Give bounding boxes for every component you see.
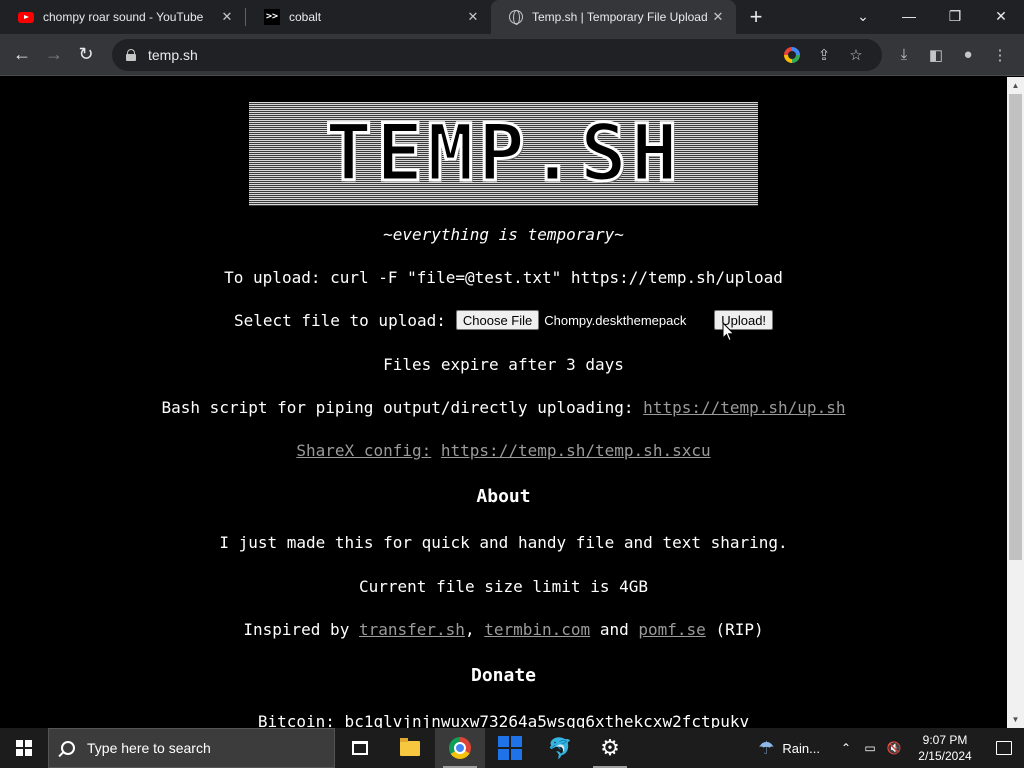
bash-script-link[interactable]: https://temp.sh/up.sh [643,398,845,417]
gear-icon: ⚙ [600,735,620,760]
taskbar-search[interactable]: Type here to search [48,728,335,768]
settings-button[interactable]: ⚙ [585,728,635,768]
upload-form: Select file to upload: Choose File Chomp… [0,310,1007,330]
url-text[interactable]: temp.sh [148,47,776,63]
chrome-icon [449,737,471,759]
chevron-up-icon[interactable]: ⌃ [834,728,858,768]
select-file-label: Select file to upload: [233,310,446,330]
share-icon[interactable]: ⇪ [808,41,840,69]
sharex-line: ShareX config: https://temp.sh/temp.sh.s… [0,441,1007,460]
sharex-config-link[interactable]: https://temp.sh/temp.sh.sxcu [441,441,711,460]
network-icon[interactable]: ▭ [858,728,882,768]
scroll-up-arrow-icon[interactable]: ▲ [1007,77,1024,94]
chrome-button[interactable] [435,728,485,768]
notification-icon [996,741,1012,755]
donate-heading: Donate [470,665,537,686]
start-button[interactable] [0,728,48,768]
window-controls: ⌄ — ❐ ✕ [840,0,1024,32]
side-panel-icon[interactable]: ◧ [920,41,952,69]
task-view-button[interactable] [335,728,385,768]
logo-text: TEMP.SH [324,108,682,201]
windows-taskbar: Type here to search 🐬 ⚙ ☂ Rain... ⌃ ▭ 🔇 … [0,728,1024,768]
transfer-sh-link[interactable]: transfer.sh [359,620,465,639]
file-explorer-button[interactable] [385,728,435,768]
umbrella-icon: ☂ [758,737,775,758]
tab-title: Temp.sh | Temporary File Upload [532,10,708,24]
tiles-icon [498,736,522,760]
google-lens-icon[interactable] [776,41,808,69]
cobalt-icon: >> [264,9,280,25]
close-icon[interactable]: ✕ [219,9,235,25]
tab-search-icon[interactable]: ⌄ [840,0,886,32]
close-icon[interactable]: ✕ [710,9,726,25]
search-icon [61,741,75,755]
task-view-icon [352,741,368,755]
tagline: ~everything is temporary~ [383,225,624,244]
dolphin-icon: 🐬 [547,737,573,760]
folder-icon [400,737,420,756]
upload-command: To upload: curl -F "file=@test.txt" http… [224,268,783,287]
globe-icon [509,10,523,25]
inspired-prefix: Inspired by [243,620,350,639]
toolbar-right: ⤓ ◧ ● ⋮ [888,41,1016,69]
download-icon[interactable]: ⤓ [888,41,920,69]
system-clock[interactable]: 9:07 PM 2/15/2024 [906,732,984,764]
back-arrow-icon[interactable]: ← [6,39,38,71]
choose-file-button[interactable]: Choose File [455,310,540,330]
inspired-line: Inspired by transfer.sh, termbin.com and… [0,620,1007,639]
inspired-suffix: (RIP) [715,620,764,639]
weather-text: Rain... [782,740,820,756]
expire-notice: Files expire after 3 days [383,355,624,374]
bookmark-star-icon[interactable]: ☆ [840,41,872,69]
scroll-thumb[interactable] [1009,94,1022,560]
search-placeholder: Type here to search [87,740,211,756]
dolphin-app-button[interactable]: 🐬 [535,728,585,768]
file-size-limit: Current file size limit is 4GB [359,577,648,596]
close-window-icon[interactable]: ✕ [978,0,1024,32]
tempsh-logo: TEMP.SH [249,102,758,206]
sharex-label-link[interactable]: ShareX config: [296,441,431,460]
about-text: I just made this for quick and handy fil… [219,533,788,552]
volume-muted-icon[interactable]: 🔇 [882,728,906,768]
lock-icon[interactable] [126,48,136,61]
clock-date: 2/15/2024 [918,749,972,763]
browser-toolbar: ← → ↻ temp.sh ⇪ ☆ ⤓ ◧ ● ⋮ [0,34,1024,76]
microsoft-store-button[interactable] [485,728,535,768]
about-heading: About [476,486,531,507]
notification-center-button[interactable] [984,728,1024,768]
scroll-down-arrow-icon[interactable]: ▼ [1007,711,1024,728]
page-scrollbar[interactable]: ▲ ▼ [1007,77,1024,728]
windows-logo-icon [16,740,32,756]
tab-youtube[interactable]: chompy roar sound - YouTube ✕ [0,0,245,34]
tab-tempsh[interactable]: Temp.sh | Temporary File Upload ✕ [491,0,736,34]
page-content: TEMP.SH ~everything is temporary~ To upl… [0,77,1007,728]
profile-icon[interactable]: ● [952,41,984,69]
weather-widget[interactable]: ☂ Rain... [758,738,820,759]
youtube-icon [18,11,34,23]
reload-icon[interactable]: ↻ [70,39,102,71]
tab-title: chompy roar sound - YouTube [43,10,204,24]
inspired-and: and [599,620,629,639]
new-tab-button[interactable]: + [736,0,776,34]
address-bar[interactable]: temp.sh ⇪ ☆ [112,38,882,71]
restore-icon[interactable]: ❐ [932,0,978,32]
inspired-separator: , [464,620,475,639]
clock-time: 9:07 PM [922,733,968,747]
pomf-link[interactable]: pomf.se [638,620,705,639]
forward-arrow-icon[interactable]: → [38,39,70,71]
system-tray: ☂ Rain... ⌃ ▭ 🔇 9:07 PM 2/15/2024 [758,728,1024,768]
tab-title: cobalt [289,10,322,24]
termbin-link[interactable]: termbin.com [484,620,590,639]
close-icon[interactable]: ✕ [465,9,481,25]
menu-icon[interactable]: ⋮ [984,41,1016,69]
selected-file-name: Chompy.deskthemepack [544,312,687,328]
tab-strip: chompy roar sound - YouTube ✕ >> cobalt … [0,0,1024,34]
bash-label: Bash script for piping output/directly u… [161,398,634,417]
bash-script-line: Bash script for piping output/directly u… [0,398,1007,417]
tab-cobalt[interactable]: >> cobalt ✕ [246,0,491,34]
bitcoin-address: Bitcoin: bc1qlvjnjnwuxw73264a5wsqq6xthek… [257,712,750,728]
minimize-icon[interactable]: — [886,0,932,32]
